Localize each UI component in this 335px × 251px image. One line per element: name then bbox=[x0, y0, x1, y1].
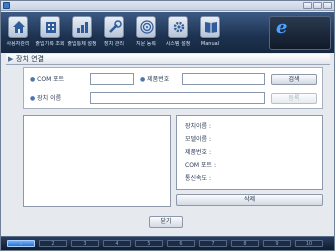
section-header: ▶ 장치 연결 bbox=[6, 54, 330, 65]
serial-number-field[interactable] bbox=[182, 73, 265, 85]
close-button[interactable]: 닫기 bbox=[149, 216, 183, 228]
web-link-panel[interactable]: e bbox=[269, 16, 331, 50]
maximize-button[interactable] bbox=[313, 2, 322, 9]
toolbar-button-system-settings[interactable]: 시스템 설정 bbox=[164, 16, 192, 50]
search-button[interactable]: 검색 bbox=[271, 74, 317, 85]
status-segment: 1 bbox=[7, 240, 35, 247]
toolbar-button-fingerprint[interactable]: 지문 등록 bbox=[132, 16, 160, 50]
close-window-button[interactable] bbox=[323, 2, 332, 9]
toolbar: 사용자관리 출입기록 조회 출입통제 설정 장치 관리 지문 등록 시스템 설정… bbox=[1, 12, 334, 53]
status-segment: 3 bbox=[71, 240, 99, 247]
section-bullet-icon: ▶ bbox=[8, 55, 14, 63]
ie-icon: e bbox=[276, 17, 288, 38]
serial-label: ● 제품번호 bbox=[140, 76, 170, 83]
chart-icon bbox=[72, 16, 92, 38]
toolbar-button-access-log[interactable]: 출입기록 조회 bbox=[35, 16, 65, 50]
device-name-label: ● 장치 이름 bbox=[30, 95, 62, 102]
detail-label: 통신속도 : bbox=[185, 175, 212, 182]
status-segment: 9 bbox=[263, 240, 291, 247]
status-segment: 4 bbox=[103, 240, 131, 247]
com-port-field[interactable] bbox=[90, 73, 134, 85]
minimize-button[interactable] bbox=[303, 2, 312, 9]
status-bar: 1 2 3 4 5 6 7 8 9 10 bbox=[1, 236, 334, 250]
detail-label: COM 포트 : bbox=[185, 162, 216, 169]
status-segment: 2 bbox=[39, 240, 67, 247]
device-name-field[interactable] bbox=[90, 92, 265, 104]
toolbar-button-access-control[interactable]: 출입통제 설정 bbox=[67, 16, 97, 50]
device-form: ● COM 포트 ● 제품번호 검색 ● 장치 이름 등록 bbox=[23, 67, 323, 109]
status-segment: 8 bbox=[231, 240, 259, 247]
delete-button[interactable]: 삭제 bbox=[176, 194, 323, 206]
section-title: 장치 연결 bbox=[16, 55, 44, 63]
detail-label: 제품번호 : bbox=[185, 149, 212, 156]
title-bar bbox=[1, 1, 334, 11]
status-segment: 7 bbox=[199, 240, 227, 247]
main-window: 사용자관리 출입기록 조회 출입통제 설정 장치 관리 지문 등록 시스템 설정… bbox=[0, 0, 335, 251]
app-icon bbox=[3, 2, 10, 9]
status-segment: 6 bbox=[167, 240, 195, 247]
com-port-label: ● COM 포트 bbox=[30, 76, 65, 83]
detail-label: 장치이름 : bbox=[185, 123, 212, 130]
toolbar-button-manual[interactable]: Manual bbox=[196, 16, 224, 50]
fingerprint-icon bbox=[136, 16, 156, 38]
device-list[interactable] bbox=[23, 115, 171, 207]
detail-label: 모델이름 : bbox=[185, 136, 212, 143]
device-details: 장치이름 : 모델이름 : 제품번호 : COM 포트 : 통신속도 : bbox=[176, 115, 323, 190]
toolbar-button-device-management[interactable]: 장치 관리 bbox=[100, 16, 128, 50]
register-button[interactable]: 등록 bbox=[271, 93, 317, 104]
book-icon bbox=[200, 16, 220, 38]
tools-icon bbox=[104, 16, 124, 38]
home-icon bbox=[8, 16, 28, 38]
gear-icon bbox=[168, 16, 188, 38]
toolbar-button-user-management[interactable]: 사용자관리 bbox=[4, 16, 32, 50]
status-segment: 10 bbox=[295, 240, 323, 247]
building-icon bbox=[40, 16, 60, 38]
status-segment: 5 bbox=[135, 240, 163, 247]
